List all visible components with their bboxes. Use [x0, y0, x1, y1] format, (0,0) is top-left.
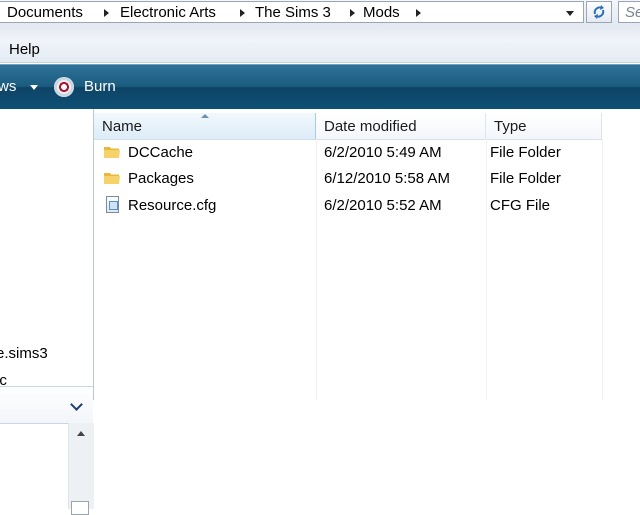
file-row[interactable]: Packages 6/12/2010 5:58 AM File Folder: [94, 166, 602, 192]
burn-button[interactable]: Burn: [84, 78, 116, 95]
window-frame: [0, 26, 640, 38]
file-type: File Folder: [490, 144, 561, 161]
file-row[interactable]: DCCache 6/2/2010 5:49 AM File Folder: [94, 140, 602, 166]
menu-bar: Help: [0, 38, 640, 63]
sort-ascending-icon: [201, 114, 209, 118]
breadcrumb[interactable]: Documents Electronic Arts The Sims 3 Mod…: [0, 1, 584, 23]
file-name: Resource.cfg: [128, 197, 217, 214]
breadcrumb-separator-icon[interactable]: [350, 9, 355, 17]
address-bar: Documents Electronic Arts The Sims 3 Mod…: [0, 0, 640, 26]
nav-item-sims3[interactable]: e.sims3: [0, 345, 48, 362]
search-placeholder: Se: [625, 4, 640, 21]
column-type-label: Type: [494, 118, 527, 135]
breadcrumb-documents[interactable]: Documents: [7, 4, 83, 21]
breadcrumb-the-sims-3[interactable]: The Sims 3: [255, 4, 331, 21]
breadcrumb-separator-icon[interactable]: [104, 9, 109, 17]
scroll-up-icon[interactable]: [77, 431, 85, 436]
views-dropdown-icon[interactable]: [30, 85, 38, 90]
file-date: 6/2/2010 5:52 AM: [324, 197, 442, 214]
column-date-label: Date modified: [324, 118, 417, 135]
refresh-button[interactable]: [586, 1, 612, 23]
folder-icon: [104, 147, 120, 158]
file-list: Name Date modified Type DCCache 6/2/2010…: [94, 109, 640, 400]
breadcrumb-electronic-arts[interactable]: Electronic Arts: [120, 4, 216, 21]
column-name-label: Name: [102, 118, 143, 135]
nav-scrollbar[interactable]: [68, 423, 94, 515]
file-name: Packages: [128, 170, 194, 187]
nav-item-ic[interactable]: ic: [0, 372, 7, 389]
file-name: DCCache: [128, 144, 194, 161]
file-row[interactable]: Resource.cfg 6/2/2010 5:52 AM CFG File: [94, 193, 602, 219]
folder-icon: [104, 173, 120, 184]
file-type: File Folder: [490, 170, 561, 187]
refresh-icon: [593, 5, 605, 19]
column-header-row: Name Date modified Type: [94, 113, 602, 140]
navigation-pane: e.sims3 ic: [0, 109, 94, 515]
file-date: 6/2/2010 5:49 AM: [324, 144, 442, 161]
breadcrumb-separator-icon[interactable]: [416, 9, 421, 17]
views-button[interactable]: ws: [0, 78, 16, 95]
column-divider: [602, 139, 603, 400]
address-dropdown-icon[interactable]: [566, 11, 574, 16]
burn-disc-icon[interactable]: [54, 77, 74, 97]
scroll-thumb[interactable]: [71, 501, 89, 515]
breadcrumb-separator-icon[interactable]: [240, 9, 245, 17]
file-date: 6/12/2010 5:58 AM: [324, 170, 450, 187]
column-header-type[interactable]: Type: [486, 113, 602, 139]
command-toolbar: ws Burn: [0, 64, 640, 109]
breadcrumb-mods[interactable]: Mods: [363, 4, 400, 21]
file-type: CFG File: [490, 197, 550, 214]
menu-help[interactable]: Help: [9, 41, 40, 58]
column-header-date[interactable]: Date modified: [316, 113, 486, 139]
search-input[interactable]: Se: [618, 1, 640, 23]
column-header-name[interactable]: Name: [94, 113, 316, 139]
file-icon: [106, 196, 119, 213]
